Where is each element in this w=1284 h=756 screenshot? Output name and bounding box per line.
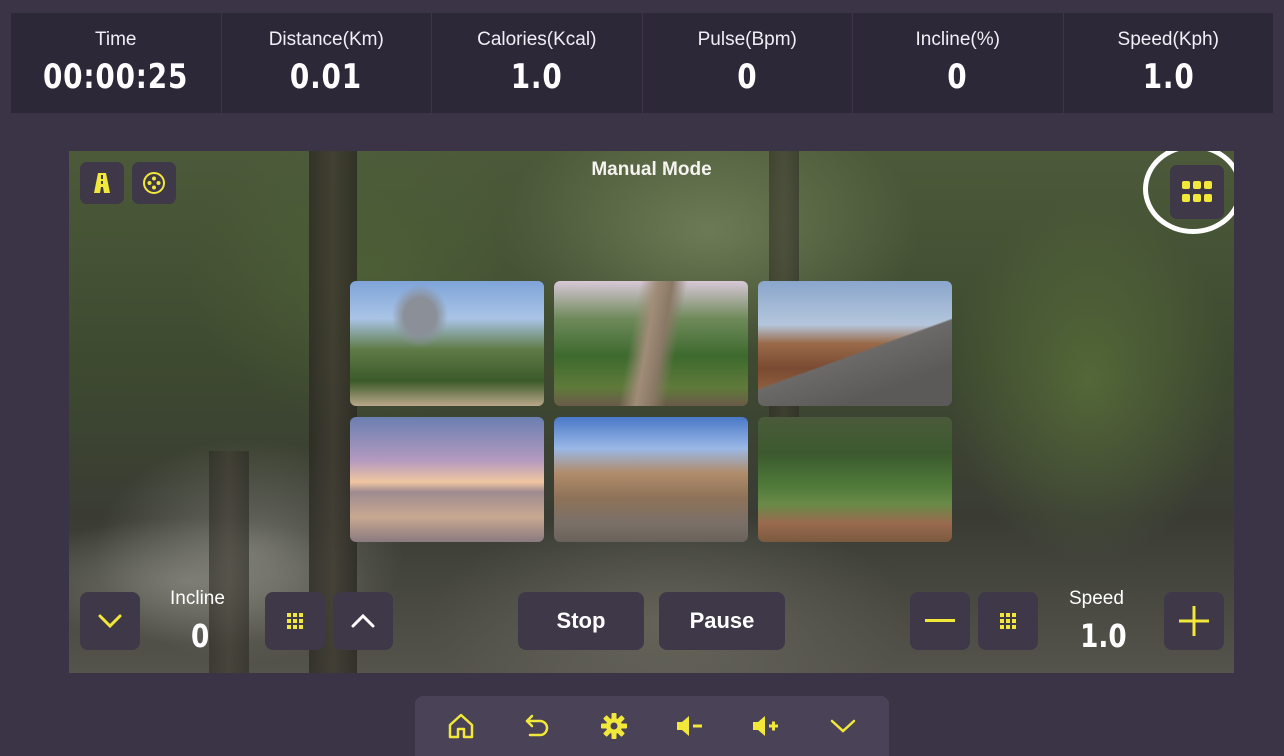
back-icon[interactable] (515, 704, 559, 748)
thumbnail-granite-dome-trail[interactable] (350, 281, 544, 406)
road-icon[interactable] (80, 162, 124, 204)
stat-calories: Calories(Kcal) 1.0 (432, 13, 643, 113)
stat-time: Time 00:00:25 (11, 13, 222, 113)
stat-label: Calories(Kcal) (477, 29, 597, 50)
chevron-down-icon (830, 719, 856, 733)
home-icon[interactable] (439, 704, 483, 748)
incline-up-button[interactable] (333, 592, 393, 650)
speed-preset-button[interactable] (978, 592, 1038, 650)
back-icon-glyph (526, 714, 549, 737)
volume-up-icon[interactable] (744, 704, 788, 748)
home-icon-glyph (448, 713, 474, 739)
incline-value: 0 (191, 617, 210, 655)
speed-label: Speed (1069, 588, 1124, 609)
thumbnail-forest-dirt-road[interactable] (554, 281, 748, 406)
stat-incline: Incline(%) 0 (853, 13, 1064, 113)
stat-speed: Speed(Kph) 1.0 (1064, 13, 1274, 113)
speed-value: 1.0 (1080, 617, 1127, 655)
film-reel-icon[interactable] (132, 162, 176, 204)
minus-icon (925, 619, 955, 622)
thumbnail-desert-canyon[interactable] (554, 417, 748, 542)
thumbnail-redwood-trail[interactable] (758, 417, 952, 542)
highlight-circle (1143, 151, 1234, 234)
stat-label: Distance(Km) (268, 29, 384, 50)
scenery-thumbnail-grid (350, 281, 952, 543)
volume-down-icon[interactable] (668, 704, 712, 748)
stat-label: Speed(Kph) (1117, 29, 1219, 50)
incline-label: Incline (170, 588, 225, 609)
stat-value: 0 (947, 57, 968, 97)
stat-label: Pulse(Bpm) (697, 29, 797, 50)
bottom-nav-bar (415, 696, 889, 756)
stat-value: 0 (737, 57, 758, 97)
stats-bar: Time 00:00:25 Distance(Km) 0.01 Calories… (11, 13, 1273, 113)
collapse-icon[interactable] (821, 704, 865, 748)
stop-button[interactable]: Stop (518, 592, 644, 650)
pause-button[interactable]: Pause (659, 592, 785, 650)
stat-distance: Distance(Km) 0.01 (222, 13, 432, 113)
chevron-down-icon (98, 614, 122, 628)
small-grid-icon (1000, 613, 1016, 629)
stat-pulse: Pulse(Bpm) 0 (643, 13, 853, 113)
scenery-view: Manual Mode Incline 0 Stop Pause Speed 1… (69, 151, 1234, 673)
stat-label: Time (94, 29, 137, 50)
settings-icon[interactable] (592, 704, 636, 748)
thumbnail-sunset-beach[interactable] (350, 417, 544, 542)
mode-title: Manual Mode (591, 159, 712, 180)
volume-down-icon-glyph (677, 716, 703, 736)
settings-icon-glyph (600, 713, 627, 739)
stat-value: 1.0 (1142, 57, 1195, 97)
road-icon-glyph (94, 173, 110, 193)
tree-trunk (209, 451, 249, 673)
incline-preset-button[interactable] (265, 592, 325, 650)
film-reel-icon-glyph (143, 172, 165, 194)
small-grid-icon (287, 613, 303, 629)
stat-value: 00:00:25 (43, 57, 189, 97)
volume-up-icon-glyph (753, 716, 779, 736)
speed-down-button[interactable] (910, 592, 970, 650)
stat-value: 0.01 (290, 57, 363, 97)
stat-label: Incline(%) (915, 29, 1000, 50)
incline-down-button[interactable] (80, 592, 140, 650)
thumbnail-coastal-highway[interactable] (758, 281, 952, 406)
stat-value: 1.0 (510, 57, 563, 97)
speed-up-button[interactable] (1164, 592, 1224, 650)
chevron-up-icon (351, 614, 375, 628)
plus-icon (1179, 606, 1209, 636)
